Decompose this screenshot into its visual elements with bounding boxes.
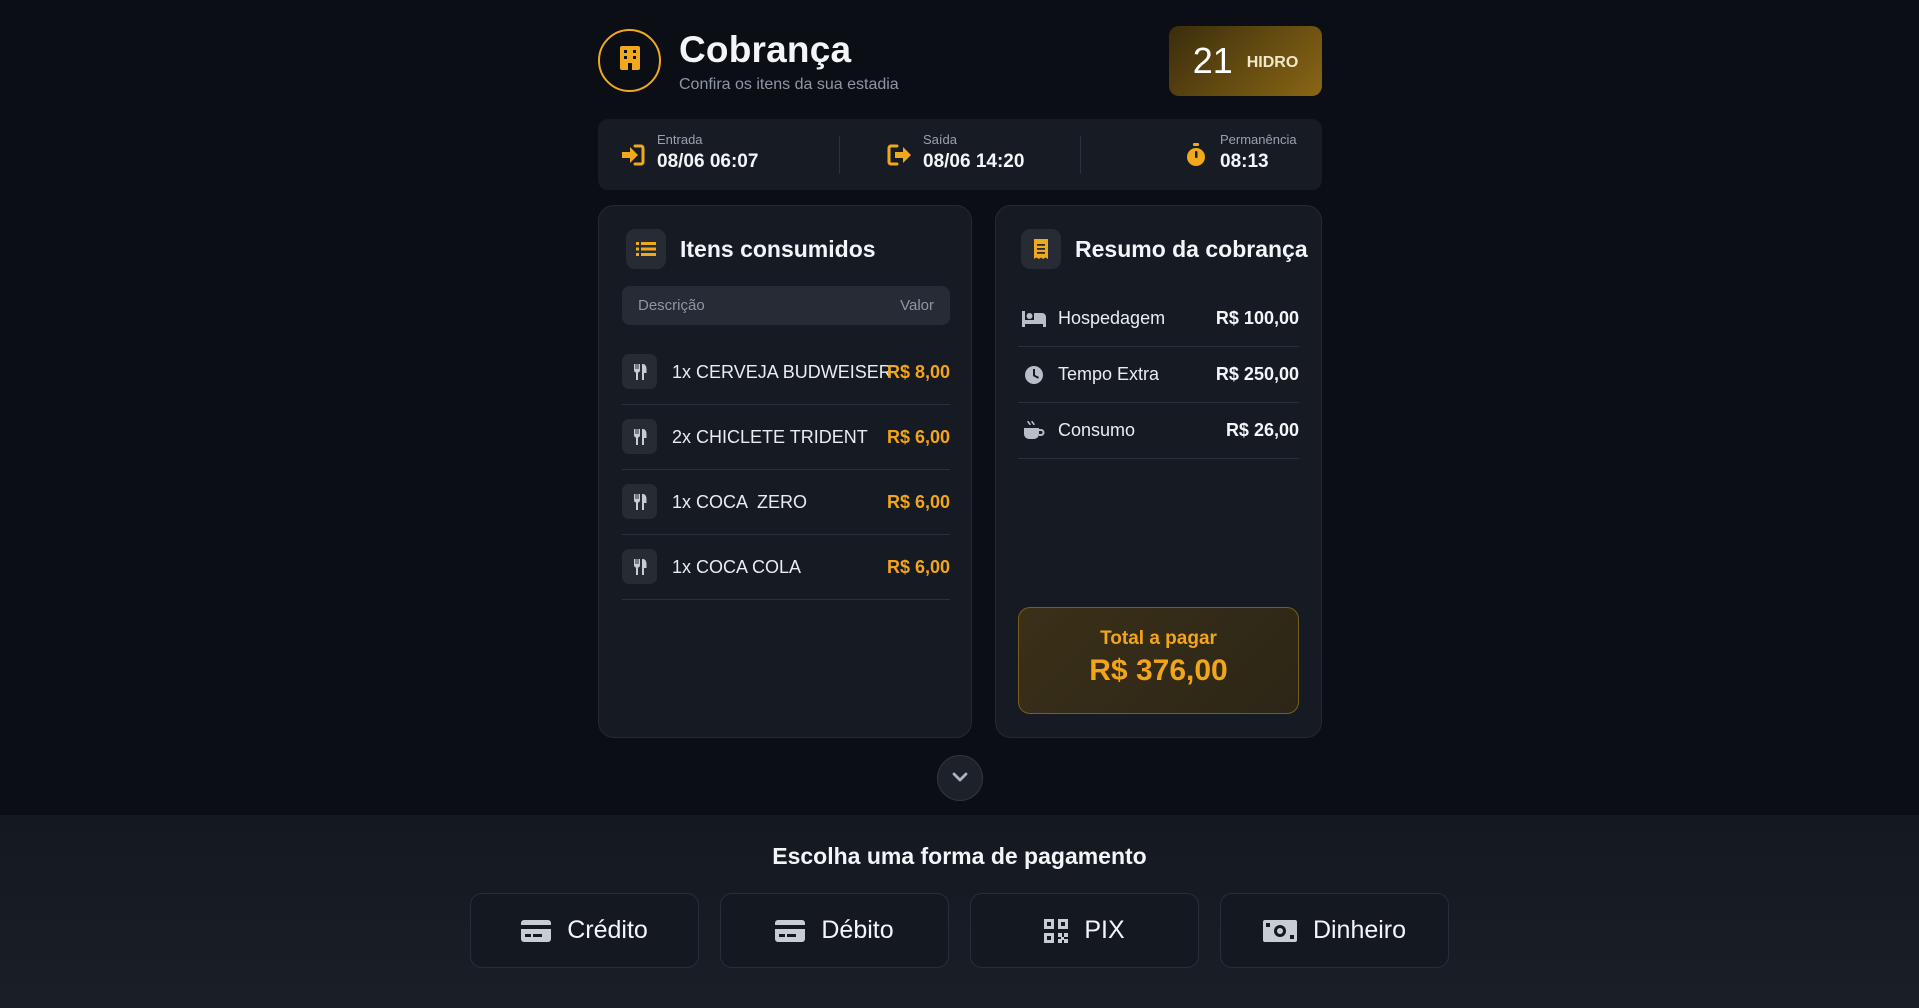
item-description: 2x CHICLETE TRIDENT: [672, 426, 868, 447]
utensils-icon: [622, 549, 657, 584]
page-subtitle: Confira os itens da sua estadia: [679, 76, 899, 93]
checkin-info: Entrada 08/06 06:07: [620, 132, 820, 178]
summary-panel-title: Resumo da cobrança: [1075, 235, 1308, 262]
header: Cobrança Confira os itens da sua estadia…: [598, 24, 1322, 98]
room-badge: 21 HIDRO: [1169, 26, 1322, 96]
checkout-value: 08/06 14:20: [923, 151, 1025, 172]
summary-value: R$ 26,00: [1225, 420, 1299, 440]
receipt-icon: [1021, 229, 1061, 269]
summary-list: Hospedagem R$ 100,00 Tempo Extra R$ 250,…: [1018, 291, 1299, 459]
checkout-info: Saída 08/06 14:20: [886, 132, 1086, 178]
stopwatch-icon: [1183, 142, 1209, 168]
item-price: R$ 6,00: [886, 426, 950, 447]
summary-row-consumo: Consumo R$ 26,00: [1018, 403, 1299, 459]
total-value: R$ 376,00: [1089, 654, 1228, 687]
logo: [598, 29, 661, 92]
item-price: R$ 8,00: [886, 361, 950, 382]
money-bill-icon: [1262, 919, 1297, 942]
items-list: 1x CERVEJA BUDWEISER R$ 8,00 2x CHICLETE…: [622, 340, 950, 600]
list-item: 1x COCA ZERO R$ 6,00: [622, 470, 950, 535]
items-table-header: Descrição Valor: [622, 286, 950, 325]
summary-label: Hospedagem: [1058, 308, 1166, 328]
clock-icon: [1022, 363, 1046, 387]
list-item: 2x CHICLETE TRIDENT R$ 6,00: [622, 405, 950, 470]
payment-label: Crédito: [567, 916, 648, 944]
list-icon: [626, 229, 666, 269]
sign-in-icon: [620, 142, 646, 168]
payment-debit-button[interactable]: Débito: [720, 893, 949, 968]
utensils-icon: [622, 354, 657, 389]
building-icon: [618, 45, 642, 76]
summary-value: R$ 100,00: [1215, 308, 1299, 328]
credit-card-icon: [775, 919, 806, 942]
payment-cash-button[interactable]: Dinheiro: [1220, 893, 1449, 968]
qr-code-icon: [1044, 918, 1069, 943]
duration-info: Permanência 08:13: [1183, 132, 1313, 178]
total-label: Total a pagar: [1100, 628, 1217, 649]
payment-section: Escolha uma forma de pagamento Crédito D…: [0, 815, 1919, 1008]
summary-value: R$ 250,00: [1215, 364, 1299, 384]
room-number: 21: [1192, 40, 1233, 81]
column-header-description: Descrição: [638, 297, 705, 314]
payment-credit-button[interactable]: Crédito: [470, 893, 699, 968]
credit-card-icon: [521, 919, 552, 942]
payment-label: Débito: [821, 916, 894, 944]
items-panel-title: Itens consumidos: [680, 235, 876, 262]
item-description: 1x CERVEJA BUDWEISER: [672, 361, 892, 382]
utensils-icon: [622, 419, 657, 454]
duration-label: Permanência: [1220, 132, 1297, 147]
payment-title: Escolha uma forma de pagamento: [772, 843, 1147, 869]
coffee-cup-icon: [1022, 419, 1046, 443]
list-item: 1x COCA COLA R$ 6,00: [622, 535, 950, 600]
sign-out-icon: [886, 142, 912, 168]
item-description: 1x COCA COLA: [672, 556, 802, 577]
summary-row-tempo-extra: Tempo Extra R$ 250,00: [1018, 347, 1299, 403]
divider: [839, 136, 840, 174]
payment-label: Dinheiro: [1312, 916, 1407, 944]
checkin-label: Entrada: [657, 132, 703, 147]
item-price: R$ 6,00: [886, 556, 950, 577]
column-header-value: Valor: [900, 297, 934, 314]
checkin-value: 08/06 06:07: [657, 151, 759, 172]
item-description: 1x COCA ZERO: [672, 491, 808, 512]
list-item: 1x CERVEJA BUDWEISER R$ 8,00: [622, 340, 950, 405]
item-price: R$ 6,00: [886, 491, 950, 512]
items-panel-header: Itens consumidos: [626, 229, 876, 269]
stay-info-bar: Entrada 08/06 06:07 Saída 08/06 14:20 Pe…: [598, 119, 1322, 190]
divider: [1080, 136, 1081, 174]
summary-panel: Resumo da cobrança Hospedagem R$ 100,00 …: [995, 205, 1322, 738]
items-panel: Itens consumidos Descrição Valor 1x CERV…: [598, 205, 972, 738]
total-box: Total a pagar R$ 376,00: [1018, 607, 1299, 714]
summary-row-hospedagem: Hospedagem R$ 100,00: [1018, 291, 1299, 347]
summary-panel-header: Resumo da cobrança: [1021, 229, 1308, 269]
scroll-down-button[interactable]: [937, 755, 983, 801]
room-type: HIDRO: [1246, 54, 1299, 71]
summary-label: Consumo: [1058, 420, 1136, 440]
payment-pix-button[interactable]: PIX: [970, 893, 1199, 968]
payment-label: PIX: [1084, 916, 1125, 944]
checkout-label: Saída: [923, 132, 957, 147]
duration-value: 08:13: [1220, 151, 1269, 172]
page-title: Cobrança: [679, 29, 852, 70]
chevron-down-icon: [952, 769, 968, 787]
billing-page: Cobrança Confira os itens da sua estadia…: [0, 0, 1919, 1008]
summary-label: Tempo Extra: [1058, 364, 1160, 384]
utensils-icon: [622, 484, 657, 519]
bed-icon: [1022, 307, 1046, 331]
